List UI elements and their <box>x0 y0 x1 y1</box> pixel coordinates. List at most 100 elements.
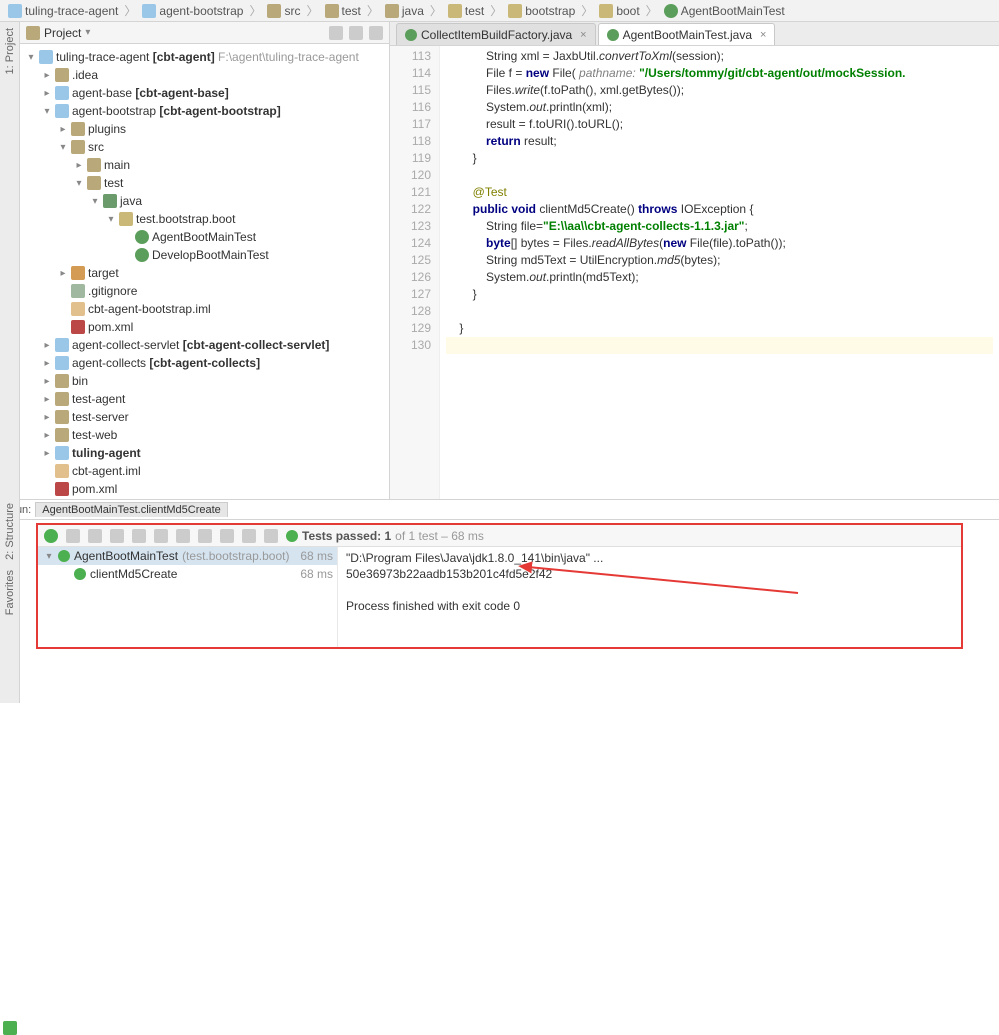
tree-node[interactable]: ▸test-web <box>20 426 389 444</box>
code-line[interactable]: System.out.println(xml); <box>446 99 993 116</box>
breadcrumb-item[interactable]: AgentBootMainTest <box>660 4 789 18</box>
tree-node[interactable]: ▸agent-collects [cbt-agent-collects] <box>20 354 389 372</box>
tree-node[interactable]: ▾src <box>20 138 389 156</box>
tree-node[interactable]: ▸plugins <box>20 120 389 138</box>
tree-node[interactable]: pom.xml <box>20 480 389 498</box>
tree-node[interactable]: DevelopBootMainTest <box>20 246 389 264</box>
collapse-all-icon[interactable] <box>329 26 343 40</box>
history-icon[interactable] <box>242 529 256 543</box>
settings-icon[interactable] <box>264 529 278 543</box>
project-tool-button[interactable]: 1: Project <box>4 28 16 74</box>
breadcrumb-item[interactable]: bootstrap <box>504 4 579 18</box>
breadcrumb-item[interactable]: test <box>444 4 488 18</box>
code-line[interactable]: File f = new File( pathname: "/Users/tom… <box>446 65 993 82</box>
tree-arrow-icon[interactable]: ▸ <box>58 124 68 135</box>
tree-arrow-icon[interactable]: ▾ <box>106 214 116 225</box>
tree-node[interactable]: pom.xml <box>20 318 389 336</box>
tree-arrow-icon[interactable]: ▸ <box>42 448 52 459</box>
tree-arrow-icon[interactable]: ▸ <box>42 340 52 351</box>
tree-arrow-icon[interactable]: ▸ <box>74 160 84 171</box>
tree-node[interactable]: ▸tuling-agent <box>20 444 389 462</box>
close-icon[interactable]: × <box>576 29 586 41</box>
chevron-down-icon[interactable]: ▾ <box>85 27 90 38</box>
next-icon[interactable] <box>198 529 212 543</box>
expand-icon[interactable] <box>132 529 146 543</box>
tree-arrow-icon[interactable]: ▸ <box>42 430 52 441</box>
close-icon[interactable]: × <box>756 29 766 41</box>
tree-node[interactable]: ▸bin <box>20 372 389 390</box>
code-line[interactable]: byte[] bytes = Files.readAllBytes(new Fi… <box>446 235 993 252</box>
tree-node[interactable]: ▸test-agent <box>20 390 389 408</box>
tree-node[interactable]: ▸target <box>20 264 389 282</box>
breadcrumb-item[interactable]: boot <box>595 4 643 18</box>
editor-tab[interactable]: AgentBootMainTest.java× <box>598 23 776 45</box>
breadcrumb-item[interactable]: src <box>263 4 304 18</box>
prev-icon[interactable] <box>176 529 190 543</box>
tree-arrow-icon[interactable]: ▸ <box>58 268 68 279</box>
code-line[interactable]: String file="E:\\aa\\cbt-agent-collects-… <box>446 218 993 235</box>
project-tree[interactable]: ▾tuling-trace-agent [cbt-agent] F:\agent… <box>20 44 389 499</box>
console-output[interactable]: "D:\Program Files\Java\jdk1.8.0_141\bin\… <box>338 547 961 647</box>
tree-arrow-icon[interactable]: ▸ <box>42 376 52 387</box>
source[interactable]: String xml = JaxbUtil.convertToXml(sessi… <box>440 46 999 499</box>
collapse-icon[interactable] <box>154 529 168 543</box>
test-node[interactable]: ▾AgentBootMainTest (test.bootstrap.boot)… <box>38 547 337 565</box>
structure-tool-button[interactable]: 2: Structure <box>4 503 16 560</box>
code-editor[interactable]: 1131141151161171181191201211221231241251… <box>390 46 999 499</box>
test-tree[interactable]: ▾AgentBootMainTest (test.bootstrap.boot)… <box>38 547 338 647</box>
hide-icon[interactable] <box>369 26 383 40</box>
code-line[interactable]: return result; <box>446 133 993 150</box>
tree-node[interactable]: ▸.idea <box>20 66 389 84</box>
tree-arrow-icon[interactable]: ▸ <box>42 88 52 99</box>
code-line[interactable]: String xml = JaxbUtil.convertToXml(sessi… <box>446 48 993 65</box>
toggle-tree-icon[interactable] <box>66 529 80 543</box>
tree-node[interactable]: ▸test-server <box>20 408 389 426</box>
tree-node[interactable]: ▾java <box>20 192 389 210</box>
gear-icon[interactable] <box>349 26 363 40</box>
tree-node[interactable]: ▸agent-base [cbt-agent-base] <box>20 84 389 102</box>
breadcrumb-item[interactable]: tuling-trace-agent <box>4 4 122 18</box>
tree-node[interactable]: ▸agent-collect-servlet [cbt-agent-collec… <box>20 336 389 354</box>
tree-arrow-icon[interactable]: ▾ <box>26 52 36 63</box>
tree-arrow-icon[interactable]: ▸ <box>42 412 52 423</box>
breadcrumb-item[interactable]: java <box>381 4 428 18</box>
tree-arrow-icon[interactable]: ▸ <box>42 358 52 369</box>
tree-node[interactable]: cbt-agent-bootstrap.iml <box>20 300 389 318</box>
rerun-button[interactable] <box>3 1021 17 1035</box>
favorites-tool-button[interactable]: Favorites <box>4 570 16 615</box>
tree-node[interactable]: AgentBootMainTest <box>20 228 389 246</box>
code-line[interactable]: Files.write(f.toPath(), xml.getBytes()); <box>446 82 993 99</box>
tree-node[interactable]: ▸main <box>20 156 389 174</box>
tree-node[interactable]: cbt-agent.iml <box>20 462 389 480</box>
code-line[interactable]: public void clientMd5Create() throws IOE… <box>446 201 993 218</box>
code-line[interactable]: } <box>446 320 993 337</box>
code-line[interactable] <box>446 303 993 320</box>
code-line[interactable] <box>446 337 993 354</box>
sort-icon[interactable] <box>88 529 102 543</box>
tree-node[interactable]: ▾agent-bootstrap [cbt-agent-bootstrap] <box>20 102 389 120</box>
tree-arrow-icon[interactable]: ▾ <box>58 142 68 153</box>
tree-arrow-icon[interactable]: ▸ <box>42 70 52 81</box>
code-line[interactable] <box>446 167 993 184</box>
tree-arrow-icon[interactable]: ▾ <box>90 196 100 207</box>
code-line[interactable]: } <box>446 286 993 303</box>
tree-arrow-icon[interactable]: ▾ <box>74 178 84 189</box>
tree-node[interactable]: .gitignore <box>20 282 389 300</box>
code-line[interactable]: String md5Text = UtilEncryption.md5(byte… <box>446 252 993 269</box>
test-node[interactable]: clientMd5Create68 ms <box>38 565 337 583</box>
tree-node[interactable]: ▾tuling-trace-agent [cbt-agent] F:\agent… <box>20 48 389 66</box>
code-line[interactable]: @Test <box>446 184 993 201</box>
tree-node[interactable]: ▾test.bootstrap.boot <box>20 210 389 228</box>
code-line[interactable]: result = f.toURI().toURL(); <box>446 116 993 133</box>
run-config-name[interactable]: AgentBootMainTest.clientMd5Create <box>35 502 228 517</box>
tree-arrow-icon[interactable]: ▸ <box>42 394 52 405</box>
tree-arrow-icon[interactable]: ▾ <box>44 551 54 562</box>
filter-icon[interactable] <box>110 529 124 543</box>
tree-arrow-icon[interactable]: ▾ <box>42 106 52 117</box>
tree-node[interactable]: ▾test <box>20 174 389 192</box>
breadcrumb-item[interactable]: test <box>321 4 365 18</box>
code-line[interactable]: } <box>446 150 993 167</box>
export-icon[interactable] <box>220 529 234 543</box>
code-line[interactable]: System.out.println(md5Text); <box>446 269 993 286</box>
breadcrumb-item[interactable]: agent-bootstrap <box>138 4 247 18</box>
